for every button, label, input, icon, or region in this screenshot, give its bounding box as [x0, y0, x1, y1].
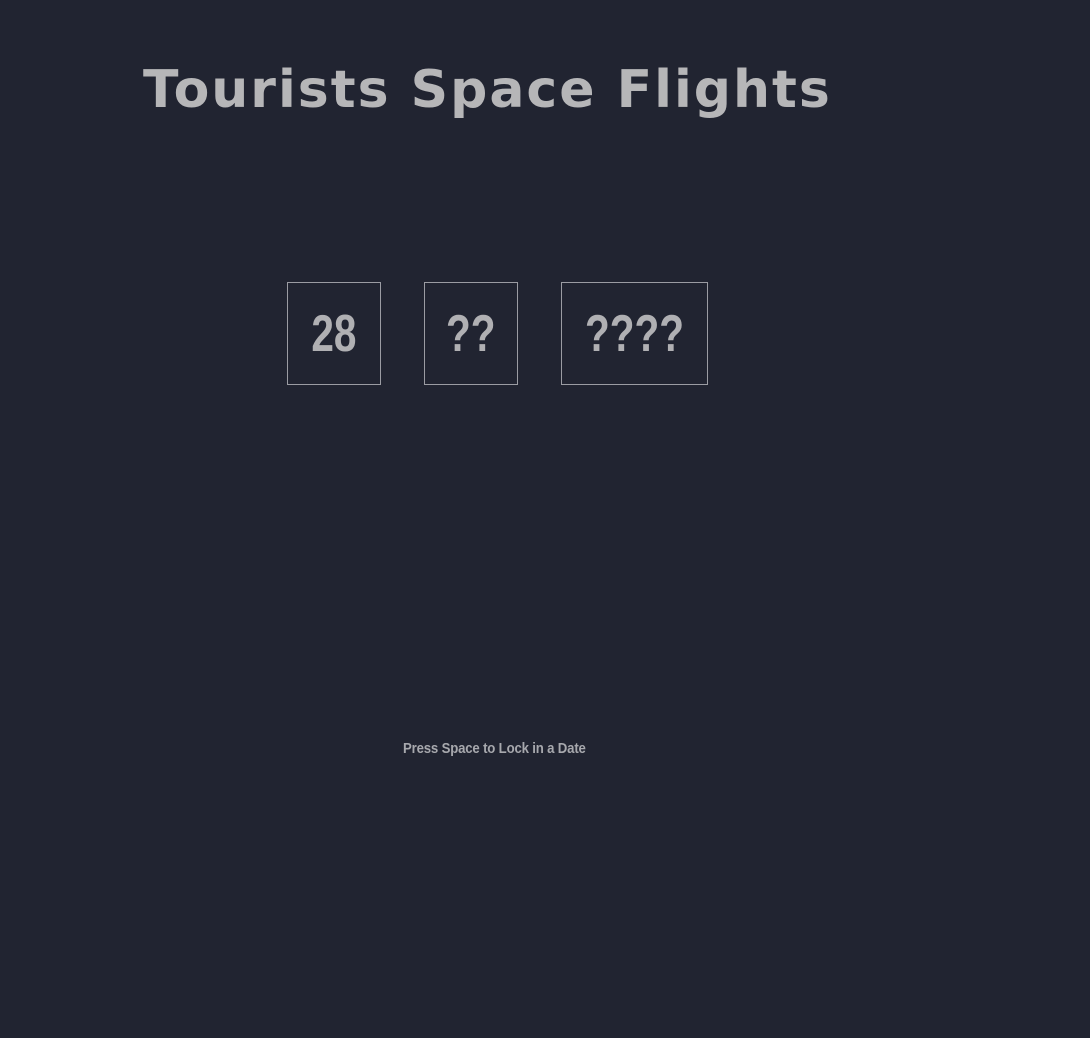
- year-slot[interactable]: ????: [561, 282, 708, 385]
- lock-date-hint: Press Space to Lock in a Date: [403, 740, 586, 757]
- day-slot[interactable]: 28: [287, 282, 381, 385]
- month-slot[interactable]: ??: [424, 282, 518, 385]
- page-title: Tourists Space Flights: [143, 60, 832, 120]
- month-value: ??: [446, 304, 496, 363]
- day-value: 28: [311, 304, 357, 363]
- year-value: ????: [584, 304, 685, 363]
